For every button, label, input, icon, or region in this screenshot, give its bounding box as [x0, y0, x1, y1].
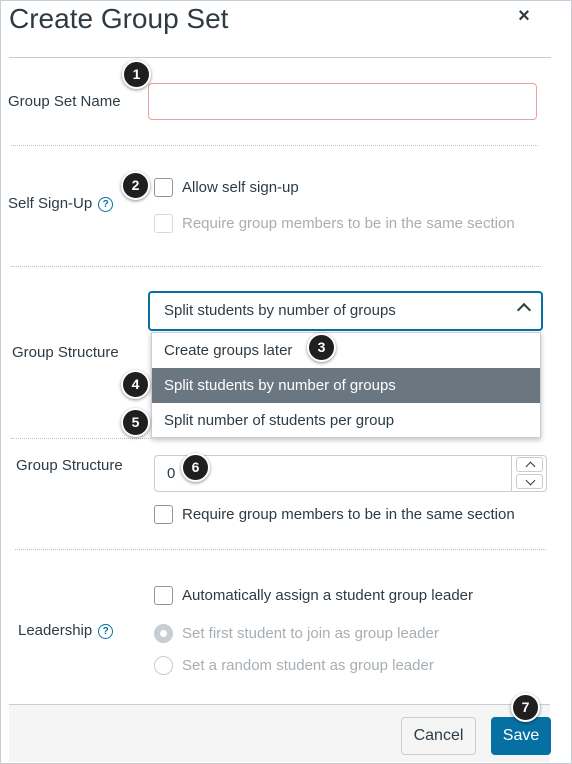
help-icon[interactable]: ?: [98, 624, 114, 639]
option-create-groups-later[interactable]: Create groups later: [152, 333, 540, 368]
group-structure-select[interactable]: Split students by number of groups: [148, 291, 543, 331]
leadership-label: Leadership?: [18, 622, 114, 639]
section-divider: [11, 438, 151, 439]
leadership-label-text: Leadership: [18, 622, 93, 639]
section-divider: [11, 266, 541, 267]
close-icon[interactable]: ×: [513, 5, 535, 27]
header-divider: [9, 57, 551, 58]
create-group-set-dialog: Create Group Set × Group Set Name Self S…: [0, 0, 572, 764]
callout-badge: 6: [181, 453, 210, 482]
group-structure-dropdown: Create groups later Split students by nu…: [151, 332, 541, 438]
section-divider: [15, 549, 546, 550]
callout-badge: 5: [121, 408, 150, 437]
leader-random-student-label: Set a random student as group leader: [182, 657, 434, 674]
group-count-input[interactable]: 0: [154, 455, 547, 492]
require-section-checkbox[interactable]: [154, 505, 173, 524]
auto-assign-leader-checkbox[interactable]: [154, 586, 173, 605]
callout-badge: 4: [121, 370, 150, 399]
self-signup-label: Self Sign-Up?: [8, 195, 114, 212]
signup-require-section-label: Require group members to be in the same …: [182, 215, 515, 232]
group-set-name-label: Group Set Name: [8, 93, 121, 110]
allow-self-signup-label: Allow self sign-up: [182, 179, 299, 196]
require-section-row[interactable]: Require group members to be in the same …: [154, 505, 515, 524]
help-icon[interactable]: ?: [98, 197, 114, 212]
dialog-title: Create Group Set: [9, 3, 229, 34]
callout-badge: 7: [511, 693, 540, 722]
group-structure-label: Group Structure: [12, 344, 119, 361]
group-count-value: 0: [167, 465, 176, 482]
signup-require-section-checkbox: [154, 214, 173, 233]
cancel-button[interactable]: Cancel: [401, 717, 476, 755]
option-split-students-per-group[interactable]: Split number of students per group: [152, 403, 540, 438]
self-signup-label-text: Self Sign-Up: [8, 195, 93, 212]
group-structure-selected-value: Split students by number of groups: [164, 302, 396, 319]
group-count-stepper: [511, 456, 546, 491]
leader-first-student-label: Set first student to join as group leade…: [182, 625, 439, 642]
auto-assign-leader-label: Automatically assign a student group lea…: [182, 587, 474, 604]
allow-self-signup-row[interactable]: Allow self sign-up: [154, 178, 299, 197]
increment-arrow-icon[interactable]: [516, 457, 543, 472]
leader-random-student-row: Set a random student as group leader: [154, 656, 434, 675]
auto-assign-leader-row[interactable]: Automatically assign a student group lea…: [154, 586, 473, 605]
save-button[interactable]: Save: [491, 717, 551, 755]
callout-badge: 2: [121, 171, 150, 200]
leader-first-student-row: Set first student to join as group leade…: [154, 624, 439, 643]
allow-self-signup-checkbox[interactable]: [154, 178, 173, 197]
decrement-arrow-icon[interactable]: [516, 474, 543, 489]
callout-badge: 1: [122, 60, 151, 89]
group-set-name-input[interactable]: [148, 83, 537, 120]
option-split-by-number-of-groups[interactable]: Split students by number of groups: [152, 368, 540, 403]
signup-require-section-row: Require group members to be in the same …: [154, 214, 515, 233]
group-count-label: Group Structure: [16, 457, 123, 474]
leader-first-student-radio: [154, 624, 173, 643]
leader-random-student-radio: [154, 656, 173, 675]
require-section-label: Require group members to be in the same …: [182, 506, 515, 523]
callout-badge: 3: [307, 333, 336, 362]
chevron-up-icon: [516, 302, 532, 318]
section-divider: [11, 145, 538, 146]
